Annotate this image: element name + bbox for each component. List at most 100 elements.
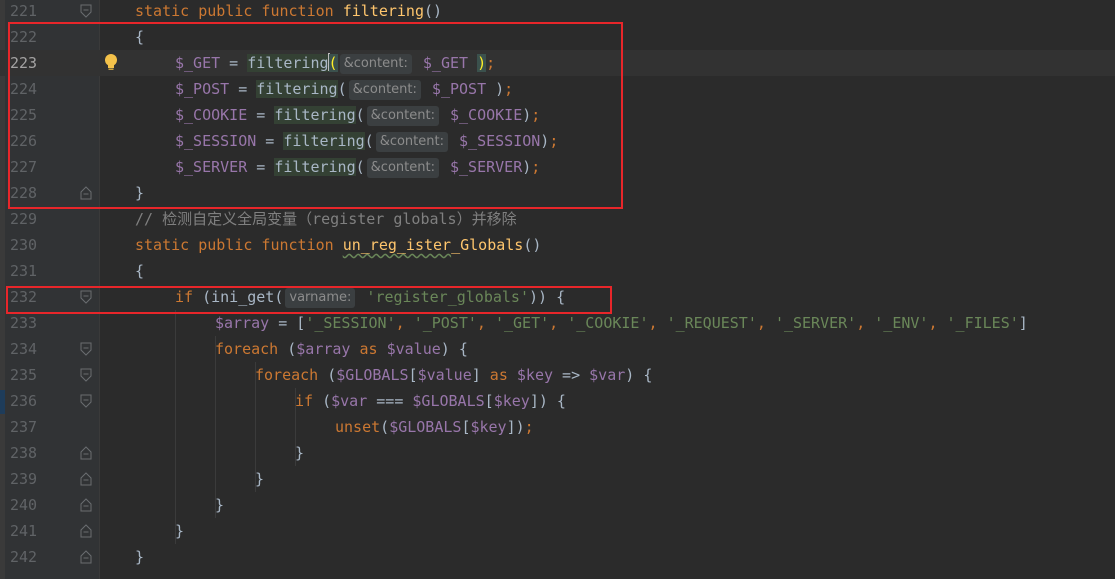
code-token: $GLOBALS xyxy=(336,366,409,384)
line-number: 229 xyxy=(10,210,38,228)
code-line[interactable]: 229 // 检测自定义全局变量（register globals）并移除 xyxy=(0,206,1115,232)
code-token: static public function xyxy=(135,2,343,20)
code-token: ( xyxy=(287,340,297,358)
code-token: $var xyxy=(331,392,368,410)
code-text[interactable]: // 检测自定义全局变量（register globals）并移除 xyxy=(135,206,517,232)
code-token: '_ENV' xyxy=(874,314,929,332)
line-number: 242 xyxy=(10,548,38,566)
code-token: () xyxy=(424,2,443,20)
line-number: 237 xyxy=(10,418,38,436)
code-text[interactable]: } xyxy=(255,466,264,492)
code-text[interactable]: foreach ($array as $value) { xyxy=(215,336,468,362)
code-line[interactable]: 238} xyxy=(0,440,1115,466)
code-token: ( xyxy=(380,418,390,436)
code-line[interactable]: 237 unset($GLOBALS[$key]); xyxy=(0,414,1115,440)
typo-underline: un_reg_ister xyxy=(342,236,452,254)
code-token: , xyxy=(476,314,495,332)
code-line[interactable]: 241} xyxy=(0,518,1115,544)
code-token: ( xyxy=(327,366,337,384)
code-token: , xyxy=(928,314,947,332)
code-text[interactable]: { xyxy=(135,258,144,284)
fold-open-icon[interactable] xyxy=(80,394,92,408)
code-text[interactable]: } xyxy=(175,518,184,544)
code-line[interactable]: 236 if ($var === $GLOBALS[$key]) { xyxy=(0,388,1115,414)
code-token: } xyxy=(175,522,185,540)
code-token: ) { xyxy=(625,366,653,384)
code-token: '_GET' xyxy=(494,314,550,332)
code-token: '_SESSION' xyxy=(305,314,396,332)
code-line[interactable]: 230 static public function un_reg_ister_G… xyxy=(0,232,1115,258)
code-text[interactable]: } xyxy=(295,440,304,466)
code-token: $value xyxy=(386,340,441,358)
line-number: 239 xyxy=(10,470,38,488)
fold-open-icon[interactable] xyxy=(80,4,92,18)
code-token: } xyxy=(295,444,305,462)
fold-close-icon[interactable] xyxy=(80,472,92,486)
indent-guide xyxy=(215,336,216,518)
code-token: , xyxy=(395,314,414,332)
code-token: $GLOBALS xyxy=(412,392,485,410)
code-token: if xyxy=(295,392,323,410)
code-text[interactable]: static public function un_reg_ister_Glob… xyxy=(135,232,541,258)
fold-close-icon[interactable] xyxy=(80,446,92,460)
line-number: 234 xyxy=(10,340,38,358)
code-token: } xyxy=(255,470,265,488)
code-token: ( xyxy=(322,392,332,410)
line-number: 230 xyxy=(10,236,38,254)
code-text[interactable]: unset($GLOBALS[$key]); xyxy=(335,414,534,440)
code-text[interactable]: static public function filtering() xyxy=(135,0,442,24)
code-text[interactable]: } xyxy=(215,492,224,518)
code-token: unset xyxy=(335,418,381,436)
code-text[interactable]: } xyxy=(135,544,144,570)
line-number: 236 xyxy=(10,392,38,410)
code-token: '_REQUEST' xyxy=(666,314,757,332)
fold-open-icon[interactable] xyxy=(80,368,92,382)
code-token: $key xyxy=(516,366,554,384)
code-token: $array xyxy=(296,340,351,358)
code-line[interactable]: 235 foreach ($GLOBALS[$value] as $key => … xyxy=(0,362,1115,388)
code-line[interactable]: 239} xyxy=(0,466,1115,492)
code-token: as xyxy=(480,366,517,384)
code-token: , xyxy=(856,314,875,332)
code-text[interactable]: foreach ($GLOBALS[$value] as $key => $va… xyxy=(255,362,652,388)
code-line[interactable]: 221 static public function filtering() xyxy=(0,0,1115,24)
code-token: [ xyxy=(408,366,418,384)
code-token: = [ xyxy=(269,314,306,332)
code-line[interactable]: 231 { xyxy=(0,258,1115,284)
code-line[interactable]: 234 foreach ($array as $value) { xyxy=(0,336,1115,362)
code-token: } xyxy=(215,496,225,514)
fold-open-icon[interactable] xyxy=(80,342,92,356)
code-token: static public function xyxy=(135,236,343,254)
line-number: 241 xyxy=(10,522,38,540)
fold-close-icon[interactable] xyxy=(80,498,92,512)
line-number: 221 xyxy=(10,2,38,20)
code-token: ) { xyxy=(440,340,468,358)
code-line[interactable]: 242} xyxy=(0,544,1115,570)
code-token: ] xyxy=(1018,314,1028,332)
fold-close-icon[interactable] xyxy=(80,524,92,538)
code-editor[interactable]: 221 static public function filtering() 222… xyxy=(0,0,1115,579)
code-token: _Globals xyxy=(451,236,524,254)
code-token: $key xyxy=(470,418,507,436)
code-token: } xyxy=(135,548,145,566)
code-token: => xyxy=(553,366,590,384)
code-token: , xyxy=(648,314,667,332)
code-token: { xyxy=(135,262,145,280)
code-token: '_COOKIE' xyxy=(567,314,649,332)
code-token: () xyxy=(523,236,542,254)
code-token: ] xyxy=(471,366,481,384)
code-token: ]) { xyxy=(529,392,566,410)
code-token: $value xyxy=(417,366,472,384)
highlight-box-ini-get-line xyxy=(6,286,612,314)
code-token: as xyxy=(350,340,387,358)
code-token: foreach xyxy=(255,366,328,384)
fold-close-icon[interactable] xyxy=(80,550,92,564)
code-token: $var xyxy=(589,366,626,384)
code-token: [ xyxy=(484,392,494,410)
code-line[interactable]: 240} xyxy=(0,492,1115,518)
code-text[interactable]: if ($var === $GLOBALS[$key]) { xyxy=(295,388,566,414)
indent-guide xyxy=(255,362,256,492)
code-token: // 检测自定义全局变量（register globals）并移除 xyxy=(135,210,517,228)
code-token: $array xyxy=(215,314,270,332)
code-token: ]) xyxy=(506,418,525,436)
